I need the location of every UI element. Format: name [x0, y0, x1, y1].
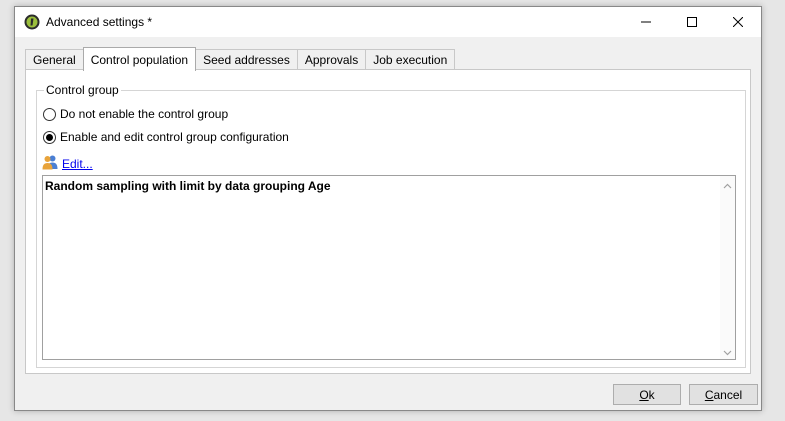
maximize-icon [687, 17, 697, 27]
ok-mnemonic: O [639, 387, 649, 402]
radio-enable-control-group[interactable]: Enable and edit control group configurat… [43, 130, 289, 144]
cancel-mnemonic: C [704, 387, 714, 402]
control-group-description[interactable]: Random sampling with limit by data group… [42, 175, 736, 360]
control-population-panel: Control group Do not enable the control … [25, 69, 751, 374]
radio-enable-label: Enable and edit control group configurat… [60, 130, 289, 144]
cancel-label-rest: ancel [713, 387, 743, 402]
title-bar: Advanced settings * [15, 7, 761, 37]
control-group-legend: Control group [44, 83, 121, 97]
tab-control-population[interactable]: Control population [82, 47, 197, 71]
minimize-icon [641, 17, 651, 27]
users-icon [42, 154, 58, 173]
cancel-button[interactable]: Cancel [689, 384, 758, 405]
edit-configuration-link-row[interactable]: Edit... [42, 154, 93, 173]
description-text: Random sampling with limit by data group… [45, 179, 331, 193]
vertical-scrollbar[interactable] [720, 176, 735, 359]
edit-link[interactable]: Edit... [62, 157, 93, 171]
radio-disable-control-group[interactable]: Do not enable the control group [43, 107, 228, 121]
ok-label-rest: k [648, 387, 655, 402]
tab-seed-addresses[interactable]: Seed addresses [195, 49, 298, 70]
minimize-button[interactable] [623, 7, 669, 37]
tab-general[interactable]: General [25, 49, 84, 70]
scroll-up-icon[interactable] [723, 180, 732, 189]
scroll-down-icon[interactable] [723, 346, 732, 356]
radio-enable-indicator[interactable] [43, 130, 56, 144]
close-icon [733, 17, 743, 27]
window-title: Advanced settings * [46, 15, 153, 29]
tab-job-execution[interactable]: Job execution [365, 49, 456, 70]
ok-button[interactable]: Ok [613, 384, 681, 405]
tab-strip: General Control population Seed addresse… [25, 47, 456, 71]
radio-disable-indicator[interactable] [43, 107, 56, 121]
advanced-settings-dialog: Advanced settings * General Control popu… [14, 6, 762, 411]
radio-disable-label: Do not enable the control group [60, 107, 229, 121]
app-logo-icon [24, 14, 40, 30]
tab-approvals[interactable]: Approvals [296, 49, 367, 70]
control-group-box: Control group Do not enable the control … [36, 83, 746, 368]
close-button[interactable] [715, 7, 761, 37]
maximize-button[interactable] [669, 7, 715, 37]
